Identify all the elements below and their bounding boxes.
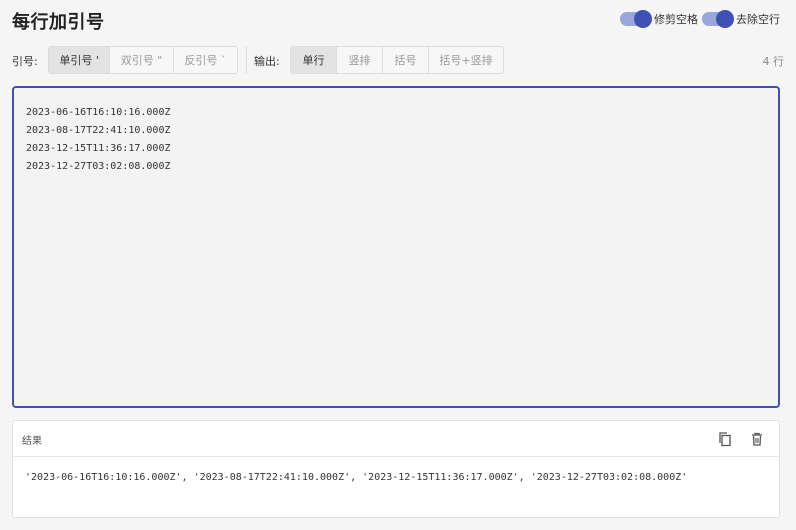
quote-option-single[interactable]: 单引号 ' [49, 47, 111, 73]
input-line: 2023-06-16T16:10:16.000Z [26, 107, 171, 118]
input-line: 2023-08-17T22:41:10.000Z [26, 125, 171, 136]
quote-selector: 单引号 ' 双引号 " 反引号 ` [48, 46, 238, 74]
result-text: '2023-06-16T16:10:16.000Z', '2023-08-17T… [25, 472, 688, 483]
quote-label: 引号: [12, 55, 38, 68]
switch-knob [634, 10, 652, 28]
options-bar: 引号: 单引号 ' 双引号 " 反引号 ` 输出: 单行 竖排 括号 括号+竖排… [12, 46, 784, 74]
output-selector: 单行 竖排 括号 括号+竖排 [290, 46, 504, 74]
output-option-single-line[interactable]: 单行 [291, 47, 337, 73]
result-panel: 结果 '2023-06-16T16:10:16.000Z', '2023-08-… [12, 420, 780, 518]
copy-icon[interactable] [715, 429, 735, 449]
input-line: 2023-12-15T11:36:17.000Z [26, 143, 171, 154]
remove-empty-lines-switch[interactable] [702, 10, 734, 28]
toggle-trim-spaces[interactable]: 修剪空格 [620, 10, 698, 28]
input-line: 2023-12-27T03:02:08.000Z [26, 161, 171, 172]
output-label: 输出: [254, 55, 280, 68]
toggle-remove-empty-lines[interactable]: 去除空行 [702, 10, 780, 28]
result-header: 结果 [13, 421, 779, 457]
output-option-brackets[interactable]: 括号 [383, 47, 429, 73]
remove-empty-lines-label: 去除空行 [736, 13, 780, 26]
divider [246, 46, 247, 74]
trim-spaces-label: 修剪空格 [654, 13, 698, 26]
input-textarea[interactable]: 2023-06-16T16:10:16.000Z 2023-08-17T22:4… [12, 86, 780, 408]
switch-knob [716, 10, 734, 28]
line-count: 4 行 [762, 55, 785, 68]
output-option-brackets-vertical[interactable]: 括号+竖排 [429, 47, 503, 73]
result-title: 结果 [22, 436, 42, 447]
trash-icon[interactable] [747, 429, 767, 449]
output-option-vertical[interactable]: 竖排 [337, 47, 383, 73]
page-title: 每行加引号 [12, 12, 105, 33]
quote-option-double[interactable]: 双引号 " [110, 47, 174, 73]
trim-spaces-switch[interactable] [620, 10, 652, 28]
quote-option-backtick[interactable]: 反引号 ` [174, 47, 237, 73]
